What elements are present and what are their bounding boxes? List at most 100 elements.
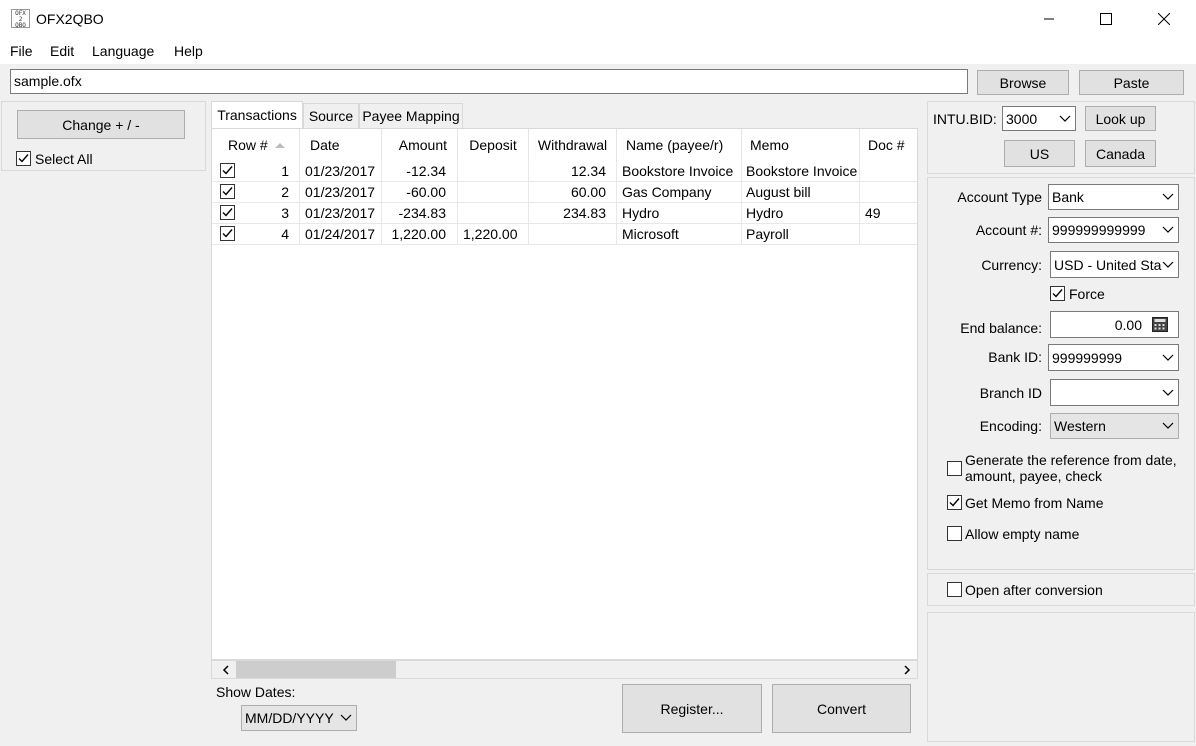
allow-empty-name-checkbox[interactable] [947, 526, 962, 541]
menu-edit[interactable]: Edit [50, 43, 74, 59]
generate-reference-label-line2: amount, payee, check [965, 468, 1102, 484]
table-cell-amount: -12.34 [382, 161, 458, 182]
close-button[interactable] [1135, 0, 1193, 38]
open-after-checkbox[interactable] [947, 582, 962, 597]
checkmark-icon [222, 166, 233, 175]
column-header-deposit[interactable]: Deposit [458, 129, 529, 161]
browse-button[interactable]: Browse [977, 70, 1069, 95]
encoding-label: Encoding: [979, 418, 1042, 434]
table-cell-amount-text: 1,220.00 [391, 226, 447, 242]
account-number-dropdown[interactable]: 999999999999 [1048, 217, 1179, 243]
table-cell-row-text: 2 [281, 184, 289, 200]
show-dates-label: Show Dates: [216, 684, 296, 700]
row-checkbox[interactable] [220, 184, 235, 199]
select-all-checkbox[interactable] [16, 151, 31, 166]
bank-id-label: Bank ID: [988, 349, 1042, 365]
tab-transactions[interactable]: Transactions [211, 101, 303, 128]
currency-dropdown[interactable]: USD - United Sta [1050, 251, 1179, 278]
look-up-button[interactable]: Look up [1085, 106, 1156, 131]
register-button[interactable]: Register... [622, 684, 762, 733]
row-checkbox[interactable] [220, 226, 235, 241]
force-label: Force [1069, 286, 1105, 302]
change-sign-button[interactable]: Change + / - [17, 110, 185, 139]
table-cell-memo-text: Bookstore Invoice [746, 163, 858, 179]
table-cell-doc [860, 161, 917, 182]
table-cell-memo: Bookstore Invoice [742, 161, 860, 182]
paste-button[interactable]: Paste [1079, 70, 1184, 95]
maximize-button[interactable] [1077, 0, 1135, 38]
column-header-doc[interactable]: Doc # [860, 129, 917, 161]
account-number-value: 999999999999 [1052, 222, 1146, 238]
column-header-withdrawal[interactable]: Withdrawal [529, 129, 617, 161]
force-checkbox[interactable] [1050, 286, 1065, 301]
us-button[interactable]: US [1004, 140, 1075, 167]
memo-from-name-checkbox[interactable] [947, 495, 962, 510]
intu-bid-value: 3000 [1006, 110, 1038, 127]
column-header-name[interactable]: Name (payee/r) [617, 129, 742, 161]
memo-from-name-label: Get Memo from Name [965, 495, 1104, 511]
account-type-label: Account Type [957, 189, 1042, 205]
select-all-label: Select All [35, 151, 93, 167]
file-path-input[interactable]: sample.ofx [10, 69, 968, 94]
table-cell-date: 01/23/2017 [300, 203, 382, 224]
date-format-dropdown[interactable]: MM/DD/YYYY [241, 705, 357, 731]
row-checkbox[interactable] [220, 205, 235, 220]
table-cell-withdrawal: 234.83 [529, 203, 617, 224]
table-cell-withdrawal: 60.00 [529, 182, 617, 203]
intu-bid-dropdown[interactable]: 3000 [1002, 106, 1076, 131]
menu-file[interactable]: File [10, 43, 33, 59]
sort-ascending-icon [274, 143, 285, 148]
table-cell-deposit-text: 1,220.00 [463, 226, 518, 242]
table-cell-withdrawal-text: 234.83 [563, 205, 606, 221]
minimize-button[interactable] [1020, 0, 1078, 38]
end-balance-label: End balance: [960, 320, 1042, 336]
table-cell-deposit [458, 203, 529, 224]
menu-help[interactable]: Help [174, 43, 203, 59]
generate-reference-label: Generate the reference from date, amount… [965, 452, 1177, 484]
encoding-dropdown[interactable]: Western [1050, 413, 1179, 439]
account-number-label: Account #: [975, 222, 1042, 238]
convert-button[interactable]: Convert [772, 684, 911, 733]
scroll-right-arrow[interactable] [901, 663, 913, 676]
checkmark-icon [222, 208, 233, 217]
column-header-date[interactable]: Date [300, 129, 382, 161]
table-cell-withdrawal: 12.34 [529, 161, 617, 182]
table-cell-row-text: 4 [281, 226, 289, 242]
column-header-amount[interactable]: Amount [382, 129, 458, 161]
table-cell-name: Hydro [617, 203, 742, 224]
log-panel [927, 612, 1195, 742]
end-balance-value: 0.00 [1114, 317, 1142, 333]
chevron-down-icon [1059, 115, 1071, 122]
column-header-row[interactable]: Row # [212, 129, 300, 161]
calculator-icon[interactable] [1152, 317, 1168, 332]
scrollbar-thumb[interactable] [236, 661, 396, 678]
canada-button[interactable]: Canada [1085, 140, 1156, 167]
table-cell-amount: -234.83 [382, 203, 458, 224]
tab-payee-mapping[interactable]: Payee Mapping [359, 103, 463, 128]
table-cell-row: 2 [212, 182, 300, 203]
tab-source[interactable]: Source [303, 103, 359, 128]
table-cell-deposit [458, 161, 529, 182]
column-header-memo[interactable]: Memo [742, 129, 860, 161]
table-cell-row: 1 [212, 161, 300, 182]
title-bar [0, 0, 1196, 38]
table-cell-name: Microsoft [617, 224, 742, 245]
row-checkbox[interactable] [220, 163, 235, 178]
account-type-value: Bank [1052, 189, 1084, 205]
table-cell-name-text: Hydro [622, 205, 660, 221]
scroll-left-arrow[interactable] [220, 663, 232, 676]
column-header-row-label: Row # [228, 137, 268, 153]
currency-value: USD - United Sta [1054, 256, 1162, 273]
end-balance-input[interactable]: 0.00 [1050, 311, 1179, 338]
branch-id-dropdown[interactable] [1050, 379, 1179, 406]
menu-language[interactable]: Language [92, 43, 154, 59]
table-cell-doc [860, 224, 917, 245]
table-cell-amount-text: -60.00 [406, 184, 446, 200]
table-cell-memo: Payroll [742, 224, 860, 245]
generate-reference-checkbox[interactable] [947, 461, 962, 476]
table-cell-withdrawal [529, 224, 617, 245]
account-type-dropdown[interactable]: Bank [1048, 184, 1179, 210]
bank-id-dropdown[interactable]: 999999999 [1048, 344, 1179, 371]
table-cell-memo: Hydro [742, 203, 860, 224]
table-cell-date-text: 01/23/2017 [305, 163, 376, 179]
